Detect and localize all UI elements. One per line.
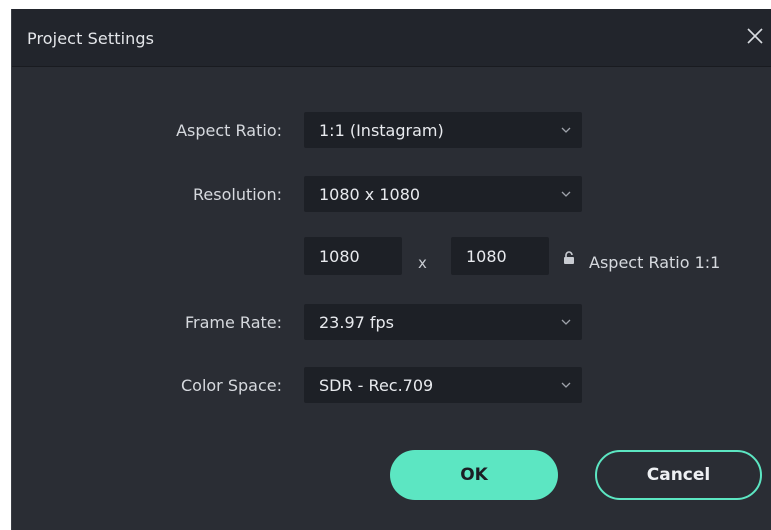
project-settings-dialog: Project Settings Aspect Ratio: 1:1 (Inst… [11,9,771,530]
cancel-button[interactable]: Cancel [595,450,762,500]
lock-icon [564,251,574,264]
aspect-ratio-lock-text: Aspect Ratio 1:1 [589,253,721,272]
resolution-label: Resolution: [193,185,282,204]
color-space-select[interactable]: SDR - Rec.709 [304,367,582,403]
color-space-label: Color Space: [180,376,282,395]
chevron-down-icon [561,319,571,325]
ok-button[interactable]: OK [390,450,558,500]
width-input[interactable]: 1080 [304,237,402,275]
frame-rate-select[interactable]: 23.97 fps [304,304,582,340]
color-space-value: SDR - Rec.709 [319,376,434,395]
close-icon [747,28,763,44]
chevron-down-icon [561,127,571,133]
frame-rate-value: 23.97 fps [319,313,395,332]
dialog-titlebar: Project Settings [12,9,771,67]
aspect-ratio-value: 1:1 (Instagram) [319,121,444,140]
aspect-ratio-select[interactable]: 1:1 (Instagram) [304,112,582,148]
dimension-separator: x [418,254,427,272]
chevron-down-icon [561,382,571,388]
height-input[interactable]: 1080 [451,237,549,275]
dialog-title: Project Settings [27,29,155,48]
frame-rate-label: Frame Rate: [184,313,282,332]
close-button[interactable] [739,23,771,53]
resolution-select[interactable]: 1080 x 1080 [304,176,582,212]
chevron-down-icon [561,191,571,197]
lock-button[interactable] [563,250,575,269]
resolution-value: 1080 x 1080 [319,185,421,204]
aspect-ratio-label: Aspect Ratio: [176,121,282,140]
